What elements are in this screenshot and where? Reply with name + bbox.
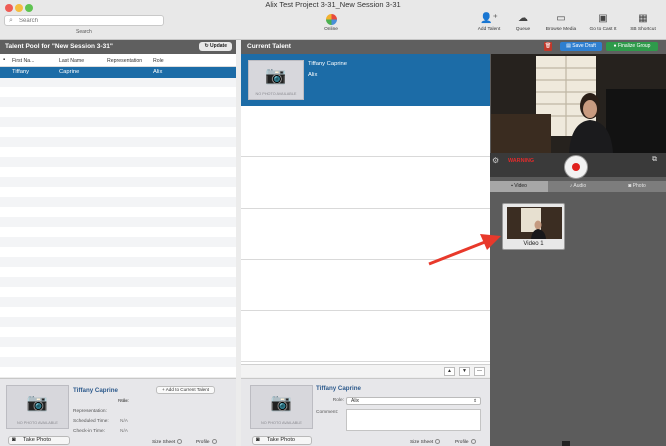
comment-label: Comment: — [316, 410, 339, 415]
app-window: Alix Test Project 3-31_New Session 3-31 … — [0, 0, 666, 446]
update-button[interactable]: ↻ Update — [199, 42, 232, 51]
tab-photo[interactable]: ◙ Photo — [608, 181, 666, 192]
video-clip-thumbnail[interactable]: Video 1 — [502, 203, 565, 250]
talent-pool-title: Talent Pool for "New Session 3-31" — [5, 43, 113, 50]
role-value: Alix — [120, 399, 128, 404]
size-sheet-option[interactable]: Size Sheet — [152, 439, 183, 445]
representation-label: Representation: — [73, 409, 107, 414]
grid-icon: ▦ — [638, 13, 648, 24]
dock-indicator — [562, 441, 570, 446]
warning-label: WARNING — [508, 158, 535, 164]
column-role[interactable]: Role — [153, 58, 164, 64]
take-photo-button[interactable]: ◙ Take Photo — [252, 436, 312, 445]
size-sheet-radio[interactable] — [177, 439, 183, 444]
camera-preview — [491, 54, 666, 153]
camera-icon: 📷 — [26, 392, 49, 412]
go-to-cast-it-button[interactable]: ▣ Go to Cast It — [586, 12, 620, 33]
add-talent-button[interactable]: 👤⁺ Add Talent — [472, 12, 506, 33]
role-select[interactable]: Alix ⇕ — [346, 397, 481, 405]
column-representation[interactable]: Representation — [107, 58, 142, 64]
folder-icon: ▭ — [556, 13, 566, 24]
reorder-controls: ▲ ▼ — — [241, 364, 490, 377]
toolbar: Alix Test Project 3-31_New Session 3-31 … — [0, 0, 666, 40]
play-screen-icon: ▣ — [598, 13, 608, 24]
list-item[interactable] — [241, 311, 490, 362]
camera-icon: ◙ — [256, 437, 260, 443]
check-in-time-label: Check-in Time: — [73, 429, 105, 434]
profile-radio[interactable] — [211, 439, 217, 444]
move-up-icon[interactable]: ▲ — [444, 367, 455, 376]
media-tabs: ▪ Video ♪ Audio ◙ Photo — [490, 181, 666, 192]
scheduled-time-label: Scheduled Time: — [73, 419, 109, 424]
search-input[interactable] — [19, 16, 159, 25]
role-label: Role: — [332, 398, 344, 403]
camera-preview-image — [491, 54, 666, 153]
search-field[interactable]: ⌕ — [4, 15, 164, 26]
window-title: Alix Test Project 3-31_New Session 3-31 — [265, 0, 401, 9]
talent-name: Tiffany Caprine — [73, 387, 118, 394]
row-role: Alix — [153, 69, 163, 75]
list-item[interactable]: 📷 NO PHOTO AVAILABLE Tiffany Caprine Ali… — [241, 54, 490, 106]
browse-media-button[interactable]: ▭ Browse Media — [544, 12, 578, 33]
talent-photo-placeholder: 📷 NO PHOTO AVAILABLE — [250, 385, 313, 429]
row-last-name: Caprine — [59, 69, 80, 75]
camera-icon: 📷 — [270, 392, 293, 412]
search-caption: Search — [76, 29, 92, 35]
save-draft-button[interactable]: ▤ Save Draft — [560, 42, 602, 51]
chevron-updown-icon: ⇕ — [473, 398, 477, 403]
camera-icon: ◙ — [12, 437, 16, 443]
take-photo-button[interactable]: ◙ Take Photo — [8, 436, 70, 445]
profile-option[interactable]: Profile — [455, 439, 476, 445]
list-item[interactable] — [241, 106, 490, 157]
size-sheet-radio[interactable] — [435, 439, 441, 444]
popout-icon[interactable]: ⧉ — [652, 156, 657, 164]
video-clip-label: Video 1 — [523, 241, 544, 247]
talent-name: Tiffany Caprine — [308, 61, 347, 67]
current-talent-list: 📷 NO PHOTO AVAILABLE Tiffany Caprine Ali… — [241, 54, 490, 364]
scheduled-time-value: N/A — [120, 419, 128, 424]
finalize-group-button[interactable]: ● Finalize Group — [606, 42, 658, 51]
remove-icon[interactable]: — — [474, 367, 485, 376]
comment-field[interactable] — [346, 409, 481, 431]
annotation-arrow-icon — [428, 234, 501, 266]
talent-pool-header: Talent Pool for "New Session 3-31" ↻ Upd… — [0, 40, 236, 54]
column-last-name[interactable]: Last Name — [59, 58, 84, 64]
trash-icon[interactable]: 🗑 — [544, 42, 552, 51]
tab-audio[interactable]: ♪ Audio — [549, 181, 607, 192]
list-item[interactable] — [241, 158, 490, 209]
column-first-name[interactable]: First Na... — [12, 58, 34, 64]
online-button[interactable]: Online — [314, 12, 348, 33]
current-talent-title: Current Talent — [247, 43, 291, 50]
talent-photo-placeholder: 📷 NO PHOTO AVAILABLE — [6, 385, 69, 429]
sb-shortcut-button[interactable]: ▦ SB Shortcut — [626, 12, 660, 33]
row-marker-icon: ▪ — [3, 57, 6, 63]
cloud-icon: ☁ — [518, 13, 528, 24]
tab-video[interactable]: ▪ Video — [490, 181, 548, 192]
talent-pool-list — [0, 67, 236, 377]
gear-icon[interactable]: ⚙ — [492, 156, 499, 165]
talent-pool-column-headers: ▪ First Na... Last Name Representation R… — [0, 54, 236, 67]
add-person-icon: 👤⁺ — [480, 13, 498, 24]
size-sheet-option[interactable]: Size Sheet — [410, 439, 441, 445]
table-row[interactable]: Tiffany Caprine Alix — [0, 67, 236, 78]
queue-button[interactable]: ☁ Queue — [506, 12, 540, 33]
search-icon: ⌕ — [9, 17, 13, 24]
talent-role: Alix — [308, 72, 318, 78]
profile-option[interactable]: Profile — [196, 439, 217, 445]
globe-icon — [325, 14, 337, 25]
current-talent-header: Current Talent — [241, 40, 666, 54]
add-to-current-talent-button[interactable]: + Add to Current Talent — [156, 386, 216, 394]
move-down-icon[interactable]: ▼ — [459, 367, 470, 376]
talent-photo-placeholder: 📷 NO PHOTO AVAILABLE — [248, 60, 304, 100]
check-in-time-value: N/A — [120, 429, 128, 434]
video-clip-image — [507, 207, 562, 239]
camera-icon: 📷 — [265, 66, 287, 86]
record-button[interactable] — [564, 155, 588, 179]
record-icon — [572, 163, 580, 171]
profile-radio[interactable] — [470, 439, 476, 444]
talent-name: Tiffany Caprine — [316, 385, 361, 392]
row-first-name: Tiffany — [12, 69, 30, 75]
